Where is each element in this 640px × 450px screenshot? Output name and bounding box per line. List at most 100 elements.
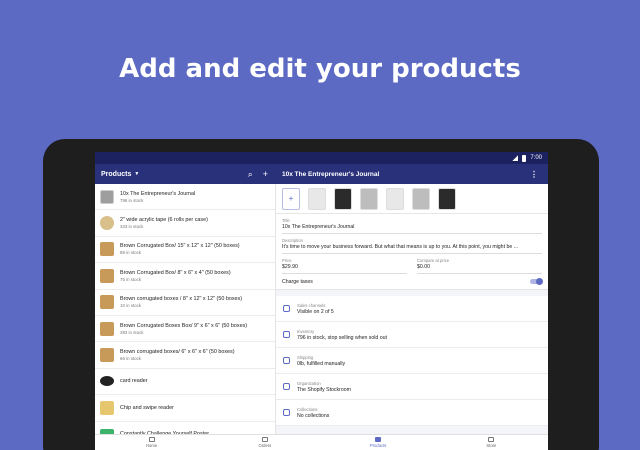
list-item[interactable]: Brown corrugated boxes/ 6" x 6" x 6" (50… — [95, 342, 275, 369]
organization-icon — [283, 383, 290, 390]
status-bar: 7:00 — [95, 152, 548, 164]
charge-taxes-label: Charge taxes — [282, 278, 313, 285]
product-image[interactable] — [308, 187, 326, 210]
product-stock: 393 in stock — [120, 329, 144, 335]
product-image[interactable] — [360, 187, 378, 210]
product-title: 2" wide acrylic tape (6 rolls per case) — [120, 217, 208, 224]
nav-store[interactable]: Store — [435, 435, 548, 450]
organization-value: The Shopify Stockroom — [297, 386, 351, 393]
product-thumbnail — [100, 321, 114, 336]
sales-channels-row[interactable]: Sales channels Visible on 2 of 5 — [276, 296, 548, 322]
sales-channels-value: Visible on 2 of 5 — [297, 308, 334, 315]
battery-icon — [522, 154, 527, 162]
product-thumbnail — [100, 295, 114, 310]
nav-home[interactable]: Home — [95, 435, 208, 450]
charge-taxes-toggle[interactable] — [530, 277, 543, 285]
price-row: Price $29.90 Compare at price $0.00 — [276, 254, 548, 274]
list-item[interactable]: Brown Corrugated Boxes Box/ 9" x 6" x 6"… — [95, 316, 275, 343]
product-title: Brown Corrugated Box/ 15" x 12" x 12" (5… — [120, 243, 240, 250]
title-label: Title — [282, 218, 290, 223]
product-title: Brown corrugated boxes/ 6" x 6" x 6" (50… — [120, 349, 235, 356]
inventory-label: Inventory — [297, 328, 315, 334]
shipping-value: 0lb, fulfilled manually — [297, 360, 346, 367]
list-item[interactable]: Brown Corrugated Box/ 15" x 12" x 12" (5… — [95, 237, 275, 264]
shipping-label: Shipping — [297, 354, 314, 360]
product-stock: 88 in stock — [120, 250, 141, 256]
product-thumbnail — [100, 348, 114, 363]
price-label: Price — [282, 258, 292, 263]
charge-taxes-row: Charge taxes — [276, 274, 548, 290]
status-time: 7:00 — [530, 155, 542, 161]
description-label: Description — [282, 238, 303, 243]
collections-label: Collections — [297, 406, 318, 412]
product-thumbnail — [100, 189, 114, 204]
product-image[interactable] — [412, 187, 430, 210]
product-thumbnail — [100, 216, 114, 231]
description-field[interactable]: Description It's time to move your busin… — [276, 234, 548, 254]
truck-icon — [283, 357, 290, 364]
organization-label: Organization — [297, 380, 321, 386]
collections-row[interactable]: Collections No collections — [276, 400, 548, 426]
product-title: Brown corrugated boxes / 8" x 12" x 12" … — [120, 296, 243, 303]
product-image[interactable] — [334, 187, 352, 210]
add-image-button[interactable]: + — [282, 187, 300, 210]
product-title: Brown Corrugated Boxes Box/ 9" x 6" x 6"… — [120, 322, 248, 329]
product-thumbnail — [100, 242, 114, 257]
nav-home-label: Home — [146, 443, 158, 448]
store-icon — [488, 437, 495, 442]
inventory-icon — [283, 331, 290, 338]
list-item[interactable]: 2" wide acrylic tape (6 rolls per case) 3… — [95, 210, 275, 237]
product-thumbnail — [100, 376, 114, 387]
compare-price-value[interactable]: $0.00 — [417, 264, 542, 274]
organization-row[interactable]: Organization The Shopify Stockroom — [276, 374, 548, 400]
nav-products[interactable]: Products — [322, 435, 435, 450]
product-title: card reader — [120, 378, 148, 385]
headline: Add and edit your products — [119, 54, 521, 84]
products-title[interactable]: Products — [101, 171, 131, 178]
inventory-row[interactable]: Inventory 796 in stock, stop selling when… — [276, 322, 548, 348]
products-header: Products ▼ ⌕ + — [95, 164, 276, 184]
nav-store-label: Store — [486, 443, 497, 448]
title-field[interactable]: Title 10x The Entrepreneur's Journal — [276, 214, 548, 234]
chevron-down-icon[interactable]: ▼ — [134, 171, 139, 177]
inventory-value: 796 in stock, stop selling when sold out — [297, 334, 387, 341]
collections-value: No collections — [297, 412, 330, 419]
shipping-row[interactable]: Shipping 0lb, fulfilled manually — [276, 348, 548, 374]
eye-icon — [283, 305, 290, 312]
home-icon — [148, 437, 155, 442]
product-thumbnail — [100, 268, 114, 283]
product-title: 10x The Entrepreneur's Journal — [120, 190, 196, 197]
list-item[interactable]: Brown corrugated boxes / 8" x 12" x 12" … — [95, 290, 275, 316]
add-image-icon: + — [288, 194, 294, 203]
compare-price-label: Compare at price — [417, 258, 450, 263]
product-stock: 66 in stock — [120, 356, 141, 362]
wifi-icon — [512, 155, 519, 161]
app-bar: Products ▼ ⌕ + 10x The Entrepreneur's Jo… — [95, 164, 548, 184]
list-item[interactable]: card reader — [95, 369, 275, 396]
list-item[interactable]: Brown Corrugated Box/ 8" x 6" x 4" (50 b… — [95, 263, 275, 290]
detail-header: 10x The Entrepreneur's Journal ⋮ — [276, 164, 548, 184]
device-screen: 7:00 Products ▼ ⌕ + 10x The Entrepreneur… — [95, 152, 548, 450]
price-field[interactable]: Price $29.90 — [282, 258, 407, 274]
product-image[interactable] — [386, 187, 404, 210]
nav-orders[interactable]: Orders — [208, 435, 321, 450]
product-detail: + Title 10x The Entrepreneur's Journal D… — [276, 184, 548, 434]
nav-orders-label: Orders — [258, 443, 272, 448]
more-options-icon[interactable]: ⋮ — [530, 170, 548, 179]
image-strip: + — [276, 184, 548, 214]
compare-price-field[interactable]: Compare at price $0.00 — [417, 258, 542, 274]
list-item[interactable]: 10x The Entrepreneur's Journal 796 in sto… — [95, 184, 275, 211]
list-item[interactable]: Chip and swipe reader — [95, 395, 275, 422]
title-value[interactable]: 10x The Entrepreneur's Journal — [282, 224, 542, 234]
nav-products-label: Products — [369, 443, 387, 448]
add-icon[interactable]: + — [263, 169, 268, 180]
product-stock: 323 in stock — [120, 224, 144, 230]
product-settings: Sales channels Visible on 2 of 5 Inventor… — [276, 296, 548, 426]
sales-channels-label: Sales channels — [297, 302, 326, 308]
orders-icon — [261, 437, 268, 442]
description-value[interactable]: It's time to move your business forward.… — [282, 244, 542, 254]
price-value[interactable]: $29.90 — [282, 264, 407, 274]
product-list: 10x The Entrepreneur's Journal 796 in sto… — [95, 184, 276, 448]
product-image[interactable] — [438, 187, 456, 210]
search-icon[interactable]: ⌕ — [248, 169, 253, 180]
